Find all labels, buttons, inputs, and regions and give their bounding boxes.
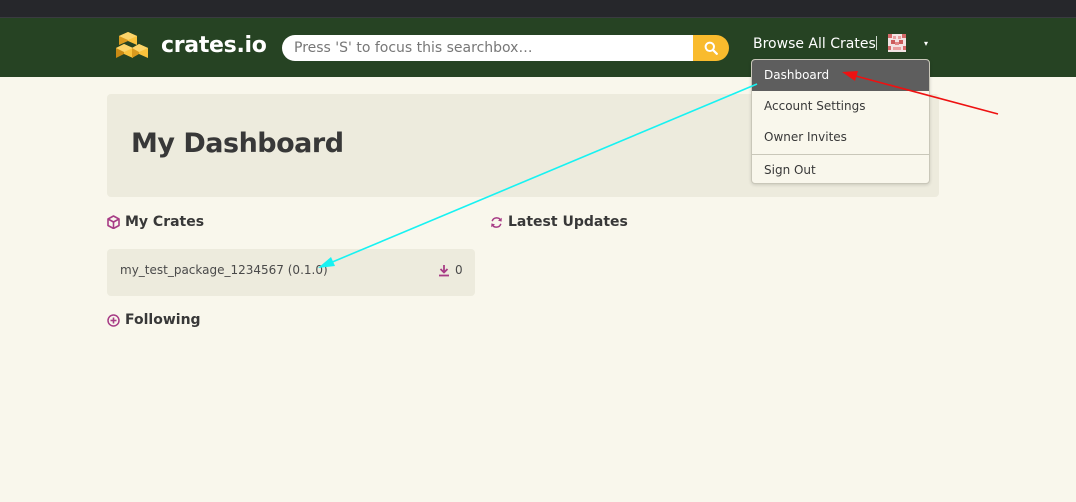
latest-updates-label: Latest Updates bbox=[508, 214, 628, 230]
menu-item-sign-out[interactable]: Sign Out bbox=[752, 155, 929, 183]
menu-item-account-settings[interactable]: Account Settings bbox=[752, 91, 929, 122]
user-menu-caret[interactable]: ▾ bbox=[924, 36, 928, 52]
browse-all-crates-link[interactable]: Browse All Crates bbox=[753, 34, 876, 54]
page-title: My Dashboard bbox=[131, 128, 344, 159]
download-count: 0 bbox=[455, 263, 463, 277]
box-icon bbox=[107, 215, 120, 229]
my-crates-label: My Crates bbox=[125, 214, 205, 230]
search-icon bbox=[704, 41, 718, 55]
following-heading: Following bbox=[107, 311, 201, 329]
brand-name[interactable]: crates.io bbox=[161, 32, 267, 60]
crates-logo-icon[interactable] bbox=[115, 30, 149, 64]
crate-name-link[interactable]: my_test_package_1234567 (0.1.0) bbox=[120, 262, 328, 278]
menu-item-dashboard[interactable]: Dashboard bbox=[752, 60, 929, 91]
menu-item-owner-invites[interactable]: Owner Invites bbox=[752, 122, 929, 153]
my-crates-heading: My Crates bbox=[107, 213, 204, 231]
header-separator bbox=[876, 36, 877, 50]
browser-top-bar bbox=[0, 0, 1076, 18]
crate-list-item[interactable]: my_test_package_1234567 (0.1.0) 0 bbox=[107, 249, 475, 296]
plus-circle-icon bbox=[107, 313, 120, 327]
search-button[interactable] bbox=[693, 35, 729, 61]
download-icon bbox=[439, 265, 449, 277]
refresh-icon bbox=[491, 216, 502, 228]
following-label: Following bbox=[125, 312, 201, 328]
latest-updates-heading: Latest Updates bbox=[490, 213, 628, 231]
search-input[interactable]: Press 'S' to focus this searchbox… bbox=[282, 35, 694, 61]
user-avatar[interactable] bbox=[888, 34, 906, 52]
user-dropdown-menu: Dashboard Account Settings Owner Invites… bbox=[751, 59, 930, 184]
